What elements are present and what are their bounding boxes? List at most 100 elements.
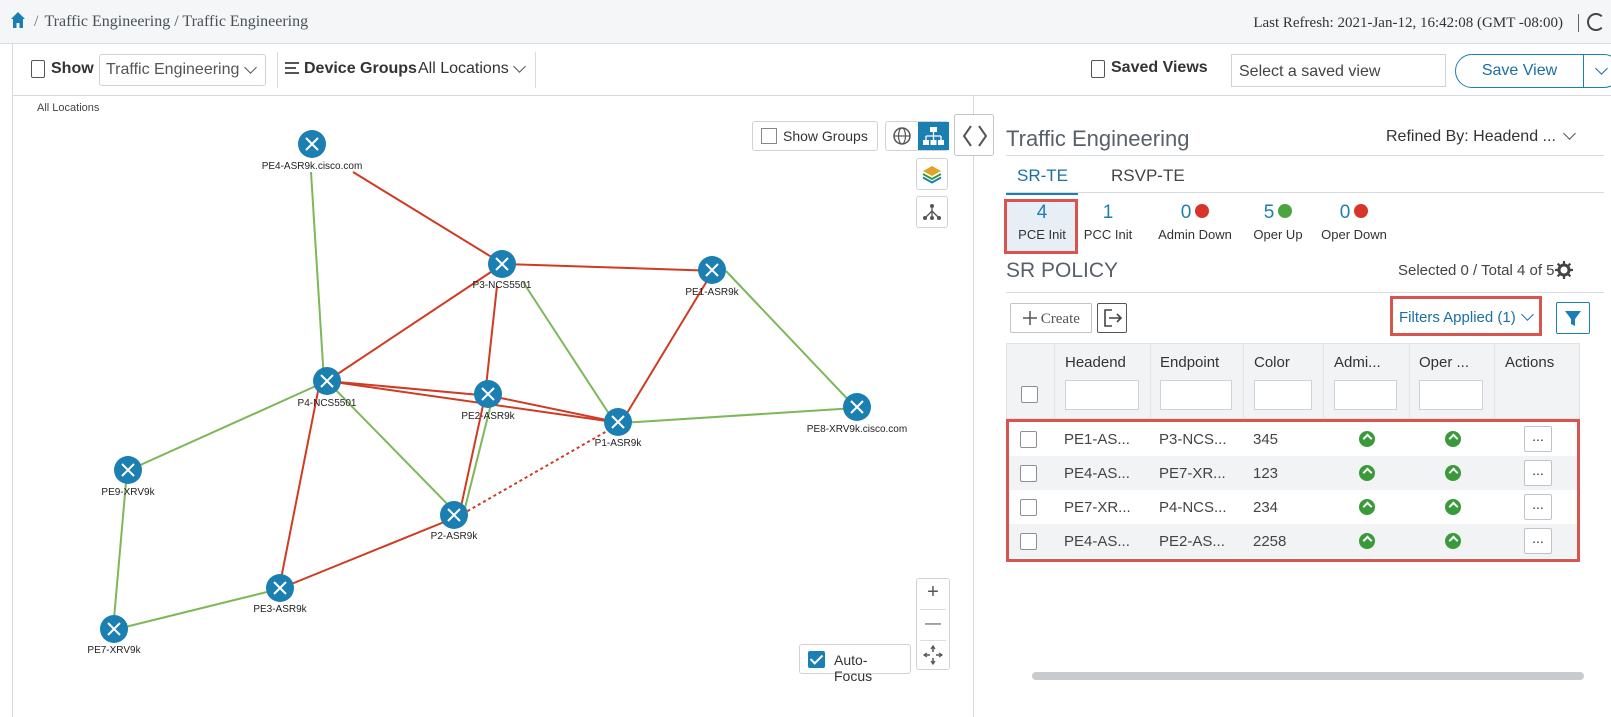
stat-pcc-init[interactable]: 1 PCC Init xyxy=(1076,202,1140,242)
row-checkbox[interactable] xyxy=(1020,431,1037,448)
divider xyxy=(277,52,278,88)
router-node[interactable] xyxy=(313,367,341,395)
endpoint-cell: P4-NCS... xyxy=(1159,499,1227,516)
table-row[interactable]: PE7-XR... P4-NCS... 234 ... xyxy=(1009,490,1577,524)
router-node[interactable] xyxy=(474,380,502,408)
auto-focus-toggle[interactable]: Auto-Focus xyxy=(799,644,911,684)
stat-oper-up[interactable]: 5 Oper Up xyxy=(1246,202,1310,242)
stat-oper-down[interactable]: 0 Oper Down xyxy=(1314,202,1394,242)
router-node[interactable] xyxy=(266,574,294,602)
router-node[interactable] xyxy=(114,456,142,484)
stat-admin-down[interactable]: 0 Admin Down xyxy=(1150,202,1240,242)
admin-filter-input[interactable] xyxy=(1334,380,1397,410)
node-label: PE4-ASR9k.cisco.com xyxy=(262,161,363,172)
node-label: PE9-XRV9k xyxy=(101,487,155,498)
admin-up-icon xyxy=(1359,465,1375,481)
row-checkbox[interactable] xyxy=(1020,499,1037,516)
color-filter-input[interactable] xyxy=(1254,380,1312,410)
layers-button[interactable] xyxy=(916,158,948,190)
row-actions-button[interactable]: ... xyxy=(1524,460,1552,486)
filter-button[interactable] xyxy=(1556,302,1590,334)
refined-by-select[interactable]: Refined By: Headend ... xyxy=(1386,127,1576,146)
chevron-down-icon xyxy=(244,61,257,74)
divider xyxy=(920,609,946,610)
stat-value-row: 5 xyxy=(1246,202,1310,224)
globe-icon[interactable] xyxy=(886,122,918,150)
row-checkbox[interactable] xyxy=(1020,533,1037,550)
saved-view-select[interactable]: Select a saved view xyxy=(1231,54,1446,87)
column-header[interactable]: Color xyxy=(1254,354,1290,371)
show-groups-label: Show Groups xyxy=(783,128,868,144)
router-node[interactable] xyxy=(604,408,632,436)
create-button[interactable]: Create xyxy=(1010,303,1092,333)
show-select[interactable]: Traffic Engineering xyxy=(99,54,266,86)
save-view-button[interactable]: Save View xyxy=(1455,54,1584,88)
tab-sr-te[interactable]: SR-TE xyxy=(1017,166,1068,186)
endpoint-filter-input[interactable] xyxy=(1160,380,1232,410)
table-row[interactable]: PE1-AS... P3-NCS... 345 ... xyxy=(1009,422,1577,456)
oper-filter-input[interactable] xyxy=(1419,380,1483,410)
node-label: PE3-ASR9k xyxy=(253,604,307,615)
column-header[interactable]: Oper ... xyxy=(1419,354,1469,371)
row-checkbox[interactable] xyxy=(1020,465,1037,482)
show-groups-toggle[interactable]: Show Groups xyxy=(752,121,878,151)
column-header[interactable]: Endpoint xyxy=(1160,354,1219,371)
export-button[interactable] xyxy=(1097,303,1127,333)
endpoint-cell: PE7-XR... xyxy=(1159,465,1226,482)
divider xyxy=(535,52,536,88)
column-header[interactable]: Headend xyxy=(1065,354,1126,371)
list-doc-icon xyxy=(31,60,45,78)
home-icon[interactable] xyxy=(11,12,25,28)
show-groups-checkbox[interactable] xyxy=(761,128,777,144)
stat-label: Oper Down xyxy=(1321,227,1387,242)
hierarchy-button[interactable] xyxy=(916,196,948,228)
endpoint-cell: PE2-AS... xyxy=(1159,533,1225,550)
topology-map[interactable]: All Locations PE4-ASR9k.cisco.com P3-NCS… xyxy=(12,96,974,717)
stat-pce-init[interactable]: 4 PCE Init xyxy=(1008,202,1076,242)
zoom-out-button[interactable]: — xyxy=(917,611,949,641)
column-divider xyxy=(1054,344,1055,420)
link xyxy=(522,281,616,424)
topology-nodes[interactable]: PE4-ASR9k.cisco.com P3-NCS5501 PE1-ASR9k… xyxy=(87,130,907,656)
breadcrumb-path[interactable]: Traffic Engineering / Traffic Engineerin… xyxy=(44,13,308,30)
router-node[interactable] xyxy=(843,393,871,421)
link xyxy=(352,171,504,265)
topology-graph[interactable]: PE4-ASR9k.cisco.com P3-NCS5501 PE1-ASR9k… xyxy=(13,96,975,717)
router-node[interactable] xyxy=(488,250,516,278)
router-node[interactable] xyxy=(298,130,326,158)
saved-views-icon xyxy=(1091,60,1105,78)
tab-rsvp-te[interactable]: RSVP-TE xyxy=(1111,166,1185,186)
table-row[interactable]: PE4-AS... PE7-XR... 123 ... xyxy=(1009,456,1577,490)
gear-icon[interactable] xyxy=(1555,261,1573,279)
router-node[interactable] xyxy=(698,256,726,284)
topology-view-icon[interactable] xyxy=(918,122,949,150)
router-node[interactable] xyxy=(100,615,128,643)
table-row[interactable]: PE4-AS... PE2-AS... 2258 ... xyxy=(1009,524,1577,558)
menu-lines-icon xyxy=(285,62,299,74)
row-actions-button[interactable]: ... xyxy=(1524,528,1552,554)
column-header[interactable]: Admi... xyxy=(1334,354,1381,371)
stat-label: Admin Down xyxy=(1158,227,1232,242)
fit-view-button[interactable] xyxy=(917,641,949,671)
device-groups-select[interactable]: All Locations xyxy=(418,60,526,78)
auto-focus-checkbox[interactable] xyxy=(808,651,825,668)
refresh-icon[interactable] xyxy=(1587,13,1605,31)
zoom-controls: + — xyxy=(916,578,950,670)
headend-filter-input[interactable] xyxy=(1065,380,1139,410)
zoom-in-button[interactable]: + xyxy=(917,581,949,611)
row-actions-button[interactable]: ... xyxy=(1524,494,1552,520)
fit-view-icon xyxy=(922,644,944,666)
router-node[interactable] xyxy=(440,501,468,529)
link xyxy=(126,380,328,472)
admin-up-icon xyxy=(1359,431,1375,447)
admin-up-icon xyxy=(1359,499,1375,515)
selected-total: Selected 0 / Total 4 of 5 xyxy=(1398,262,1555,279)
filters-applied-button[interactable]: Filters Applied (1) xyxy=(1390,296,1542,336)
down-arrow-icon xyxy=(1354,203,1369,218)
column-header: Actions xyxy=(1505,354,1555,371)
save-view-dropdown[interactable] xyxy=(1584,54,1611,88)
horizontal-scrollbar[interactable] xyxy=(1032,672,1584,680)
row-actions-button[interactable]: ... xyxy=(1524,426,1552,452)
column-divider xyxy=(1243,344,1244,420)
select-all-checkbox[interactable] xyxy=(1021,386,1038,403)
